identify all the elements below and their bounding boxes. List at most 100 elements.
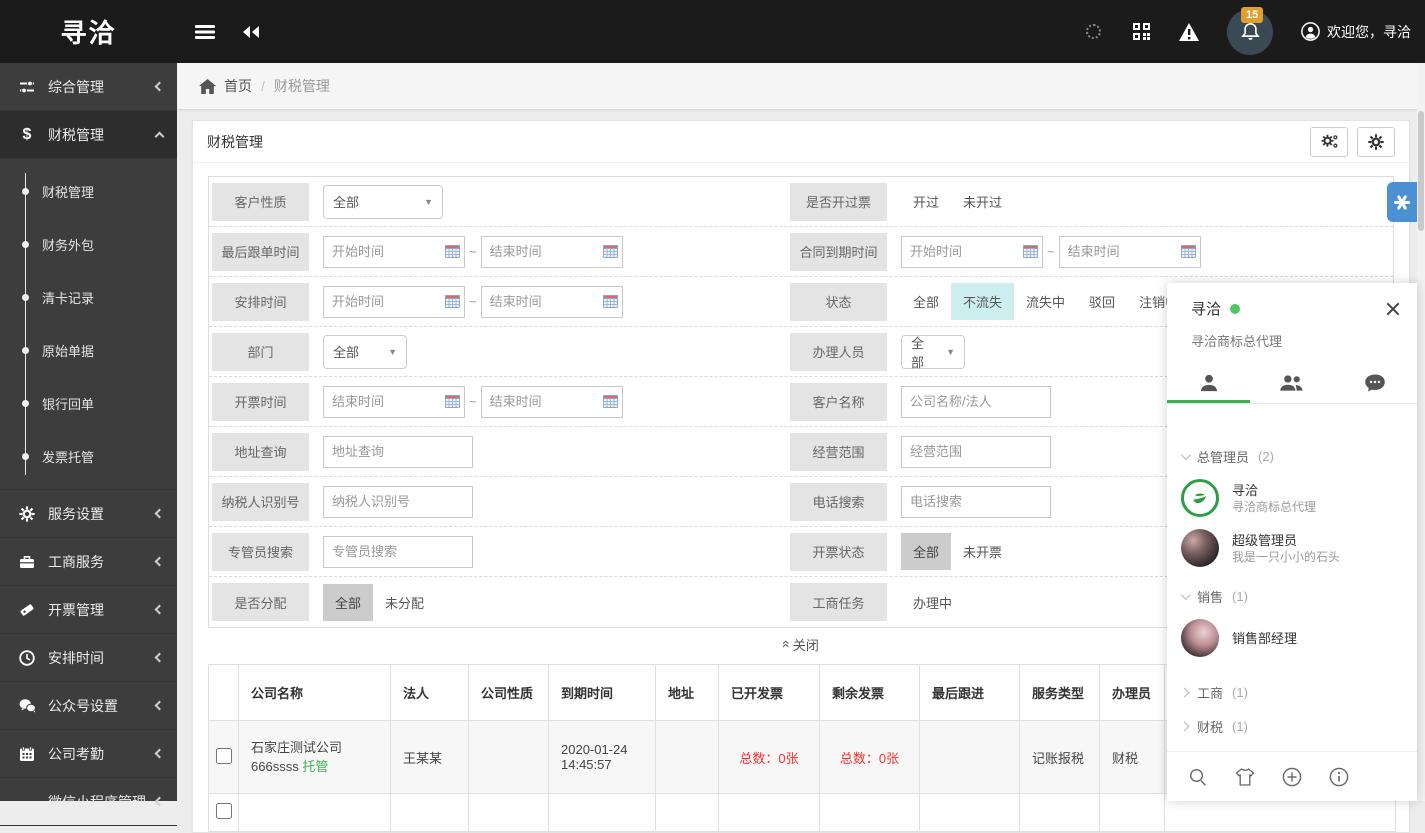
sidebar-item-invoicing-management[interactable]: 开票管理 <box>0 586 177 634</box>
user-menu[interactable]: 欢迎您，寻洽 <box>1301 22 1411 42</box>
option-status-losing[interactable]: 流失中 <box>1014 283 1077 320</box>
calendar-icon[interactable] <box>445 244 460 263</box>
option-status-rejected[interactable]: 驳回 <box>1077 283 1127 320</box>
contact-item[interactable]: 寻洽 寻洽商标总代理 <box>1167 473 1417 523</box>
clock-icon <box>18 649 36 667</box>
phone-search-input[interactable] <box>901 486 1051 518</box>
option-status-not-lost[interactable]: 不流失 <box>951 283 1014 320</box>
tab-contacts[interactable] <box>1167 362 1250 403</box>
chevron-right-icon <box>1180 721 1190 731</box>
row-checkbox[interactable] <box>216 748 232 764</box>
calendar-icon[interactable] <box>1181 244 1196 263</box>
contact-item[interactable]: 销售部经理 <box>1167 613 1417 663</box>
sidebar-item-attendance[interactable]: 公司考勤 <box>0 730 177 778</box>
contract-start-date-input[interactable] <box>901 236 1043 268</box>
group-business[interactable]: 工商 (1) <box>1167 675 1417 709</box>
chat-bubble-icon <box>1364 373 1386 393</box>
warning-icon[interactable] <box>1179 22 1199 42</box>
sidebar-item-schedule-time[interactable]: 安排时间 <box>0 634 177 682</box>
add-icon[interactable] <box>1281 766 1303 788</box>
calendar-icon[interactable] <box>445 394 460 413</box>
breadcrumb-home-link[interactable]: 首页 <box>199 76 252 96</box>
option-status-all[interactable]: 全部 <box>901 283 951 320</box>
search-icon[interactable] <box>1187 766 1209 788</box>
column-settings-button[interactable] <box>1310 127 1348 157</box>
cell-address <box>656 721 719 794</box>
row-checkbox[interactable] <box>216 803 232 819</box>
sidebar-item-finance-tax[interactable]: $ 财税管理 <box>0 111 177 159</box>
supervisor-search-input[interactable] <box>323 536 473 568</box>
hamburger-menu-icon[interactable] <box>195 22 215 42</box>
address-search-input[interactable] <box>323 436 473 468</box>
calendar-icon[interactable] <box>603 244 618 263</box>
option-invoice-status-all[interactable]: 全部 <box>901 533 951 570</box>
follow-start-date-input[interactable] <box>323 236 465 268</box>
cell-service-type: 记账报税 <box>1020 721 1100 794</box>
invoice-start-date-input[interactable] <box>323 386 465 418</box>
sidebar-item-official-account[interactable]: 公众号设置 <box>0 682 177 730</box>
info-icon[interactable] <box>1328 766 1350 788</box>
filter-label-status: 状态 <box>790 283 887 321</box>
briefcase-icon <box>18 553 36 571</box>
calendar-icon[interactable] <box>603 294 618 313</box>
filter-label-invoice-time: 开票时间 <box>212 383 309 421</box>
tab-groups[interactable] <box>1250 362 1333 403</box>
taxpayer-id-input[interactable] <box>323 486 473 518</box>
wechat-icon <box>18 697 36 715</box>
submenu-item-original-documents[interactable]: 原始单据 <box>0 324 177 377</box>
chevron-down-icon <box>1181 590 1191 600</box>
option-invoiced-yes[interactable]: 开过 <box>901 183 951 220</box>
collapse-sidebar-icon[interactable] <box>241 22 261 42</box>
submenu-item-invoice-custody[interactable]: 发票托管 <box>0 430 177 483</box>
scrollbar-thumb[interactable] <box>1418 111 1424 231</box>
chevron-down-icon: ▼ <box>412 197 433 207</box>
schedule-start-date-input[interactable] <box>323 286 465 318</box>
filter-label-customer-nature: 客户性质 <box>212 183 309 221</box>
customer-nature-select[interactable]: 全部▼ <box>323 185 443 219</box>
asterisk-icon <box>1394 194 1410 210</box>
settings-button[interactable] <box>1357 127 1395 157</box>
notifications-bell[interactable]: 15 <box>1227 9 1273 55</box>
sidebar-item-service-settings[interactable]: 服务设置 <box>0 490 177 538</box>
group-finance[interactable]: 财税 (1) <box>1167 709 1417 743</box>
contact-item[interactable]: 超级管理员 我是一只小小的石头 <box>1167 523 1417 573</box>
group-invoicing[interactable]: 开票 (1) <box>1167 743 1417 749</box>
filter-label-assigned: 是否分配 <box>212 583 309 621</box>
customer-name-input[interactable] <box>901 386 1051 418</box>
business-scope-input[interactable] <box>901 436 1051 468</box>
schedule-end-date-input[interactable] <box>481 286 623 318</box>
calendar-icon[interactable] <box>603 394 618 413</box>
handler-select[interactable]: 全部▼ <box>901 335 965 369</box>
shirt-icon[interactable] <box>1234 766 1256 788</box>
page-scrollbar[interactable] <box>1417 63 1425 801</box>
calendar-icon[interactable] <box>445 294 460 313</box>
invoice-end-date-input[interactable] <box>481 386 623 418</box>
cell-agent: 财税 <box>1100 721 1165 794</box>
qr-code-icon[interactable] <box>1131 22 1151 42</box>
floating-service-button[interactable] <box>1387 182 1417 222</box>
submenu-item-bank-receipts[interactable]: 银行回单 <box>0 377 177 430</box>
sidebar-item-general-management[interactable]: 综合管理 <box>0 63 177 111</box>
option-invoiced-no[interactable]: 未开过 <box>951 183 1014 220</box>
sidebar-item-mini-program[interactable]: 微信小程序管理 <box>0 778 177 826</box>
option-assigned-all[interactable]: 全部 <box>323 584 373 621</box>
group-admins[interactable]: 总管理员 (2) <box>1167 439 1417 473</box>
contract-end-date-input[interactable] <box>1059 236 1201 268</box>
department-select[interactable]: 全部▼ <box>323 335 407 369</box>
submenu-item-finance-tax[interactable]: 财税管理 <box>0 165 177 218</box>
mini-program-icon <box>18 793 36 811</box>
tab-messages[interactable] <box>1334 362 1417 403</box>
submenu-item-finance-outsourcing[interactable]: 财务外包 <box>0 218 177 271</box>
option-unassigned[interactable]: 未分配 <box>373 584 436 621</box>
group-sales[interactable]: 销售 (1) <box>1167 579 1417 613</box>
sidebar-item-business-services[interactable]: 工商服务 <box>0 538 177 586</box>
submenu-item-card-clearing[interactable]: 清卡记录 <box>0 271 177 324</box>
chevron-left-icon <box>155 797 165 807</box>
option-task-in-progress[interactable]: 办理中 <box>901 584 964 621</box>
chevron-right-icon <box>1180 687 1190 697</box>
dollar-icon: $ <box>18 126 36 144</box>
option-invoice-status-none[interactable]: 未开票 <box>951 533 1014 570</box>
calendar-icon[interactable] <box>1023 244 1038 263</box>
follow-end-date-input[interactable] <box>481 236 623 268</box>
close-icon[interactable] <box>1385 301 1401 317</box>
